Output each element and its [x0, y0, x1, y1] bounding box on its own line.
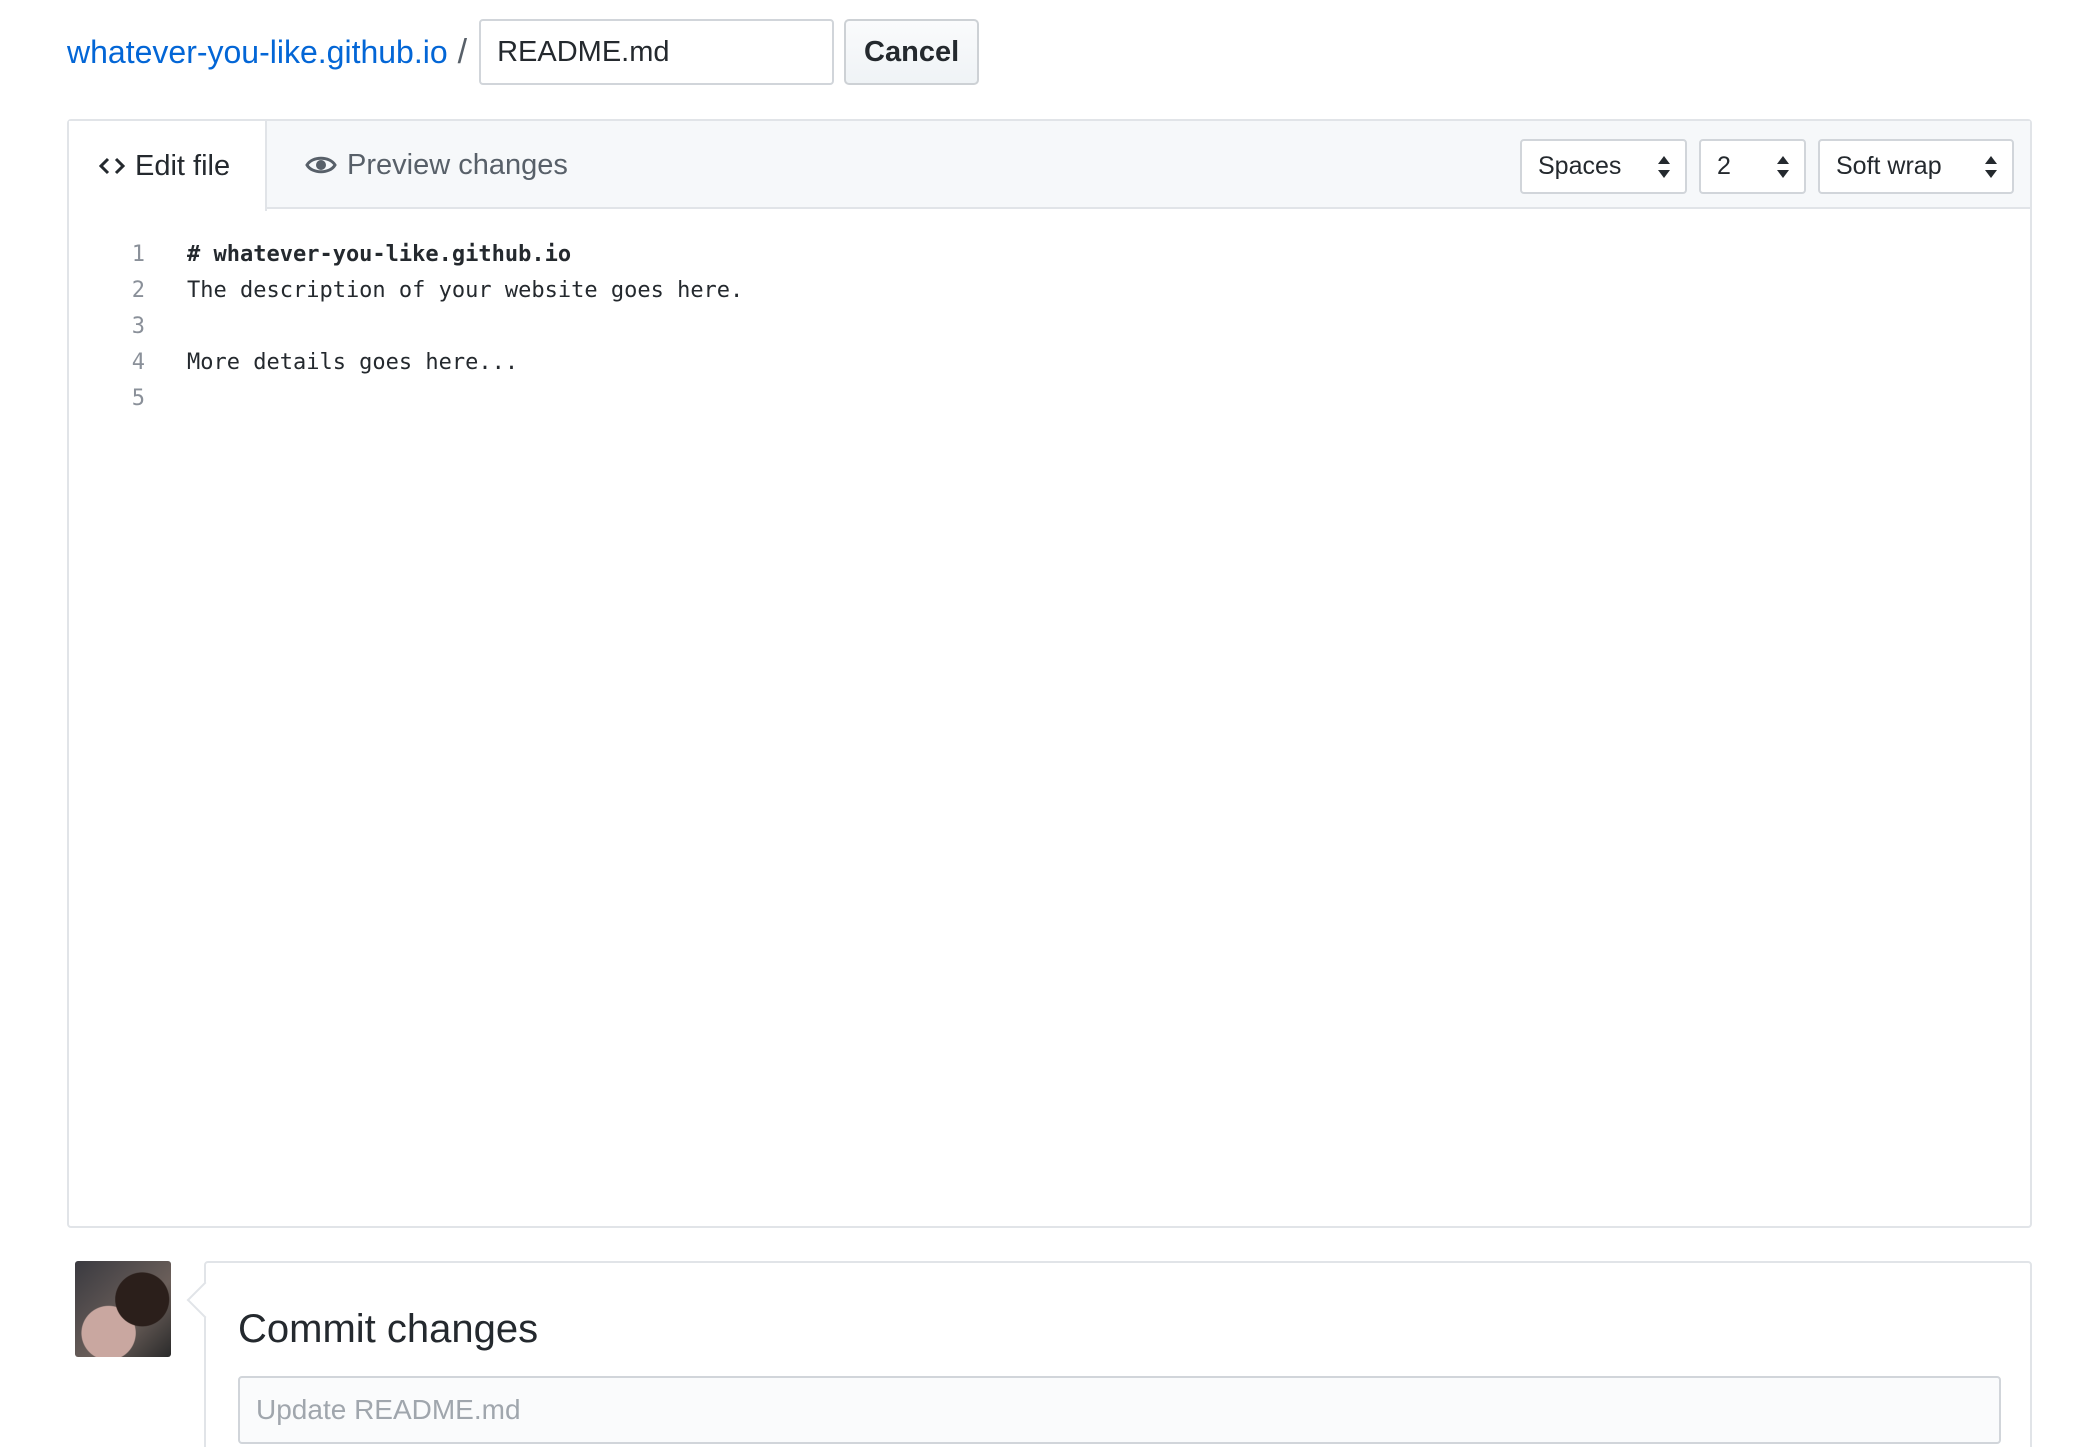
indent-size-value: 2 [1717, 152, 1731, 180]
editor-toolbar: Edit file Preview changes Spaces 2 Soft … [69, 121, 2030, 211]
code-line: 4 More details goes here... [69, 344, 2030, 380]
avatar[interactable] [75, 1261, 171, 1357]
tab-preview-changes-label: Preview changes [347, 148, 568, 181]
commit-title: Commit changes [238, 1307, 539, 1351]
code-editor[interactable]: 1 # whatever-you-like.github.io 2 The de… [69, 209, 2030, 416]
indent-size-select[interactable]: 2 [1699, 139, 1806, 194]
code-line: 5 [69, 380, 2030, 416]
cancel-button[interactable]: Cancel [844, 19, 980, 85]
tab-edit-file-label: Edit file [135, 149, 231, 182]
filename-input[interactable] [479, 19, 835, 85]
code-line: 3 [69, 308, 2030, 344]
line-number: 1 [131, 241, 145, 267]
line-number: 5 [131, 385, 145, 411]
line-number: 3 [131, 313, 145, 339]
line-content[interactable]: More details goes here... [145, 350, 518, 375]
code-line: 2 The description of your website goes h… [69, 272, 2030, 308]
tab-preview-changes[interactable]: Preview changes [305, 121, 568, 209]
breadcrumb-separator: / [457, 32, 468, 71]
commit-form: Commit changes [204, 1261, 2032, 1447]
select-arrows-icon [1985, 156, 1997, 178]
indent-mode-select[interactable]: Spaces [1520, 139, 1687, 194]
line-number: 4 [131, 349, 145, 375]
line-content[interactable]: # whatever-you-like.github.io [145, 242, 571, 267]
file-editor: Edit file Preview changes Spaces 2 Soft … [67, 119, 2032, 1228]
line-number: 2 [131, 277, 145, 303]
wrap-mode-value: Soft wrap [1836, 152, 1942, 180]
indent-mode-value: Spaces [1538, 152, 1622, 180]
eye-icon [305, 156, 337, 174]
breadcrumb: whatever-you-like.github.io / Cancel [67, 19, 980, 85]
code-icon [99, 157, 125, 175]
wrap-mode-select[interactable]: Soft wrap [1818, 139, 2014, 194]
tab-edit-file[interactable]: Edit file [69, 121, 267, 211]
select-arrows-icon [1658, 156, 1670, 178]
line-content[interactable]: The description of your website goes her… [145, 278, 743, 303]
commit-summary-input[interactable] [238, 1376, 2001, 1444]
select-arrows-icon [1777, 156, 1789, 178]
code-line: 1 # whatever-you-like.github.io [69, 236, 2030, 272]
repo-link[interactable]: whatever-you-like.github.io [67, 34, 448, 71]
